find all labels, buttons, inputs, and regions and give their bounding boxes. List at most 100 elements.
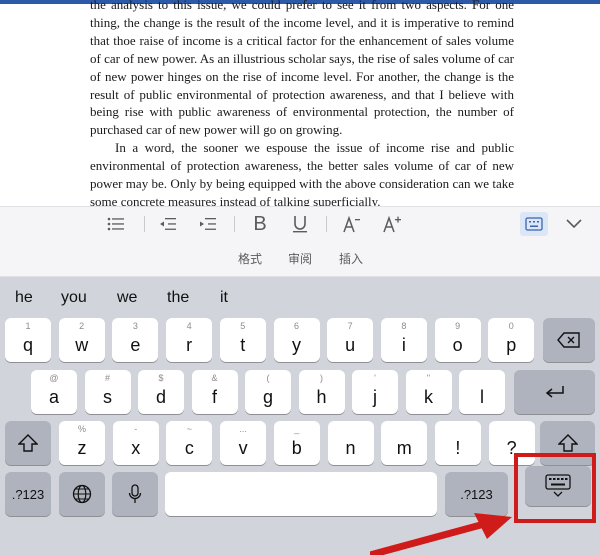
- key-letter: !: [455, 438, 461, 458]
- decrease-font-icon[interactable]: [340, 212, 364, 236]
- suggestion[interactable]: you: [61, 289, 87, 307]
- key-b[interactable]: _ b: [273, 421, 320, 465]
- key-w[interactable]: 2w: [58, 318, 105, 362]
- key-hint: _: [294, 424, 300, 434]
- numbers-key-label: .?123: [460, 486, 493, 502]
- key-hint: 7: [347, 321, 353, 331]
- paragraph[interactable]: In a word, the sooner we espouse the iss…: [90, 139, 514, 206]
- key-p[interactable]: 0p: [488, 318, 535, 362]
- key-letter: s: [103, 387, 112, 407]
- key-letter: z: [77, 438, 87, 458]
- key-letter: m: [396, 438, 412, 458]
- key-z[interactable]: % z: [59, 421, 105, 465]
- key-letter: a: [48, 387, 59, 407]
- key-hint: 0: [508, 321, 514, 331]
- globe-icon[interactable]: [59, 472, 105, 516]
- key-letter: f: [211, 387, 217, 407]
- key-letter: g: [262, 387, 273, 407]
- key-letter: y: [292, 335, 301, 355]
- tab-review[interactable]: 审阅: [288, 250, 312, 267]
- divider: [234, 216, 235, 232]
- suggestion[interactable]: he: [15, 289, 33, 307]
- key-letter: q: [22, 335, 33, 355]
- numbers-key-label: .?123: [11, 486, 45, 502]
- key-exclamation[interactable]: !: [434, 421, 481, 465]
- key-hint: 4: [186, 321, 192, 331]
- backspace-key[interactable]: [543, 318, 595, 362]
- key-e[interactable]: 3e: [112, 318, 159, 362]
- key-hint: ...: [239, 424, 247, 434]
- key-hint: 6: [293, 321, 299, 331]
- key-k[interactable]: " k: [405, 370, 452, 414]
- key-hint: (: [266, 373, 270, 383]
- key-u[interactable]: 7u: [327, 318, 374, 362]
- chevron-down-icon[interactable]: [562, 212, 586, 236]
- suggestion[interactable]: the: [167, 289, 189, 307]
- ribbon-tabs: 格式 审阅 插入: [0, 240, 600, 277]
- key-j[interactable]: ' j: [352, 370, 398, 414]
- key-letter: v: [238, 438, 248, 458]
- key-hint: 1: [25, 321, 31, 331]
- key-letter: b: [291, 438, 302, 458]
- key-x[interactable]: -x: [112, 421, 159, 465]
- key-letter: w: [75, 335, 89, 355]
- key-n[interactable]: n: [327, 421, 374, 465]
- key-hint: %: [77, 424, 86, 434]
- key-hint: ": [426, 373, 431, 383]
- paragraph[interactable]: the analysis to this issue, we could pre…: [90, 0, 514, 139]
- formatting-toolbar: B: [0, 206, 600, 241]
- keyboard-toggle-icon[interactable]: [520, 212, 548, 236]
- key-m[interactable]: m: [381, 421, 428, 465]
- list-icon[interactable]: [104, 212, 128, 236]
- key-c[interactable]: ~ c: [166, 421, 213, 465]
- document-view[interactable]: the analysis to this issue, we could pre…: [0, 0, 600, 206]
- key-hint: ): [320, 373, 323, 383]
- key-h[interactable]: ) h: [298, 370, 345, 414]
- key-d[interactable]: $ d: [138, 370, 184, 414]
- key-hint: 2: [79, 321, 85, 331]
- underline-icon[interactable]: [288, 212, 312, 236]
- outdent-icon[interactable]: [156, 212, 180, 236]
- key-v[interactable]: ... v: [220, 421, 267, 465]
- key-hint: $: [158, 373, 164, 383]
- key-hint: 5: [240, 321, 246, 331]
- tab-format[interactable]: 格式: [238, 250, 262, 267]
- key-r[interactable]: 4r: [166, 318, 213, 362]
- key-a[interactable]: @ a: [31, 370, 77, 414]
- key-letter: l: [480, 387, 484, 407]
- document-text[interactable]: the analysis to this issue, we could pre…: [90, 0, 514, 206]
- key-y[interactable]: 6y: [273, 318, 320, 362]
- numbers-key-left[interactable]: .?123: [5, 472, 51, 516]
- divider: [144, 216, 145, 232]
- bold-icon[interactable]: B: [248, 212, 272, 236]
- key-t[interactable]: 5t: [219, 318, 266, 362]
- return-key[interactable]: [514, 370, 595, 414]
- annotation-arrow: [370, 513, 512, 555]
- key-o[interactable]: 9o: [434, 318, 481, 362]
- key-s[interactable]: # s: [84, 370, 131, 414]
- suggestion[interactable]: it: [220, 289, 228, 307]
- tab-insert[interactable]: 插入: [339, 250, 363, 267]
- divider: [326, 216, 327, 232]
- key-f[interactable]: & f: [191, 370, 238, 414]
- increase-font-icon[interactable]: [380, 212, 404, 236]
- key-letter: x: [131, 438, 141, 458]
- key-g[interactable]: (g: [245, 370, 291, 414]
- microphone-icon[interactable]: [112, 472, 158, 516]
- indent-icon[interactable]: [196, 212, 220, 236]
- key-letter: j: [373, 387, 377, 407]
- key-letter: r: [186, 335, 193, 355]
- key-letter: d: [155, 387, 166, 407]
- key-i[interactable]: 8i: [380, 318, 427, 362]
- key-hint: &: [211, 373, 218, 383]
- key-hint: #: [104, 373, 110, 383]
- key-letter: o: [452, 335, 463, 355]
- key-letter: c: [184, 438, 194, 458]
- shift-key-left[interactable]: [5, 421, 51, 465]
- key-l[interactable]: l: [459, 370, 505, 414]
- suggestion[interactable]: we: [117, 289, 137, 307]
- key-hint: -: [134, 424, 138, 434]
- key-letter: i: [401, 335, 406, 355]
- key-q[interactable]: 1q: [5, 318, 51, 362]
- key-letter: t: [240, 335, 246, 355]
